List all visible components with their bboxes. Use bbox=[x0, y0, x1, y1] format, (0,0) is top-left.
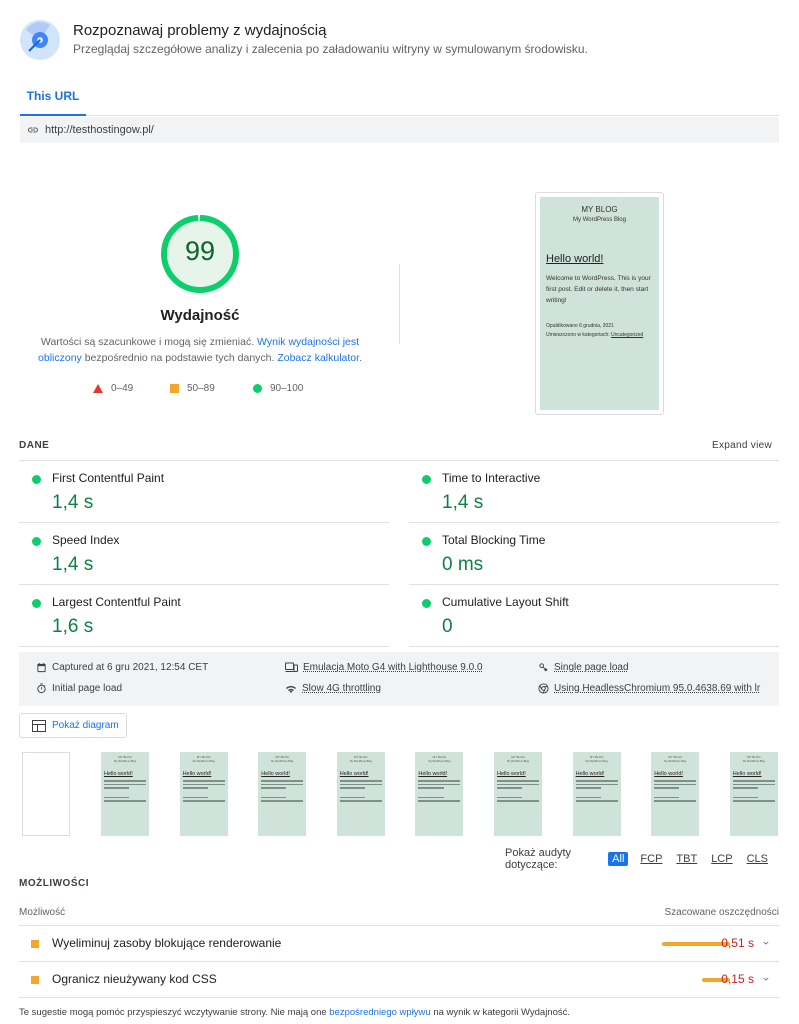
gauge-label: Wydajność bbox=[160, 307, 240, 324]
filmstrip-frame: MY BLOG My WordPress Blog Hello world! bbox=[415, 752, 464, 836]
single-load-icon bbox=[539, 663, 548, 672]
opportunities-title: MOŻLIWOŚCI bbox=[19, 878, 89, 889]
tab-bar: This URL bbox=[20, 84, 779, 116]
average-status-icon bbox=[31, 940, 39, 948]
device-icon bbox=[285, 662, 298, 672]
url-bar: http://testhostingow.pl/ bbox=[20, 117, 779, 143]
good-status-icon bbox=[32, 537, 41, 546]
score-description: Wartości są szacunkowe i mogą się zmieni… bbox=[38, 336, 362, 364]
opportunity-unused-css[interactable]: Ogranicz nieużywany kod CSS 0,15 s bbox=[19, 962, 779, 998]
circle-icon bbox=[253, 383, 262, 393]
good-status-icon bbox=[422, 599, 431, 608]
page-title: Rozpoznawaj problemy z wydajnością bbox=[73, 22, 327, 39]
wifi-icon bbox=[286, 686, 296, 693]
calendar-icon bbox=[37, 662, 46, 673]
chevron-down-icon[interactable] bbox=[761, 973, 771, 987]
legend-good: 90–100 bbox=[253, 383, 303, 394]
opportunities-header: Możliwość Szacowane oszczędności bbox=[19, 904, 779, 926]
good-status-icon bbox=[32, 475, 41, 484]
final-screenshot: MY BLOG My WordPress Blog Hello world! W… bbox=[535, 192, 664, 415]
filmstrip-frame: MY BLOG My WordPress Blog Hello world! bbox=[572, 752, 621, 836]
metric-lcp: Largest Contentful Paint 1,6 s bbox=[19, 585, 389, 647]
filter-tbt[interactable]: TBT bbox=[674, 852, 699, 866]
show-diagram-button[interactable]: Pokaż diagram bbox=[19, 713, 127, 738]
filter-lcp[interactable]: LCP bbox=[709, 852, 734, 866]
filmstrip-frame: MY BLOG My WordPress Blog Hello world! bbox=[101, 752, 149, 836]
tested-url: http://testhostingow.pl/ bbox=[45, 124, 154, 136]
square-icon bbox=[170, 383, 179, 393]
filmstrip-frame bbox=[22, 752, 70, 836]
metric-fcp: First Contentful Paint 1,4 s bbox=[19, 461, 389, 523]
filmstrip-frame: MY BLOG My WordPress Blog Hello world! bbox=[651, 752, 700, 836]
performance-gauge: 99 bbox=[160, 214, 240, 294]
filmstrip-frame: MY BLOG My WordPress Blog Hello world! bbox=[494, 752, 542, 836]
audit-filter: Pokaż audyty dotyczące: All FCP TBT LCP … bbox=[505, 847, 770, 871]
chrome-icon bbox=[538, 683, 549, 694]
link-icon bbox=[27, 124, 39, 139]
metric-cls: Cumulative Layout Shift 0 bbox=[409, 585, 779, 647]
treemap-icon bbox=[32, 719, 46, 732]
metric-tbt: Total Blocking Time 0 ms bbox=[409, 523, 779, 585]
filmstrip-frame: MY BLOG My WordPress Blog Hello world! bbox=[336, 752, 385, 836]
throttling-info[interactable]: Slow 4G throttling bbox=[285, 683, 525, 694]
filmstrip: MY BLOG My WordPress Blog Hello world! MY B… bbox=[19, 752, 779, 838]
tab-this-url[interactable]: This URL bbox=[20, 84, 86, 116]
opportunity-render-blocking[interactable]: Wyeliminuj zasoby blokujące renderowanie… bbox=[19, 926, 779, 962]
good-status-icon bbox=[32, 599, 41, 608]
good-status-icon bbox=[422, 537, 431, 546]
filter-all[interactable]: All bbox=[608, 852, 629, 866]
page-header: Rozpoznawaj problemy z wydajnością Przeg… bbox=[20, 18, 780, 68]
performance-score: 99 bbox=[184, 236, 216, 266]
triangle-icon bbox=[93, 383, 103, 393]
filter-cls[interactable]: CLS bbox=[745, 852, 770, 866]
legend-average: 50–89 bbox=[170, 383, 215, 394]
page-subtitle: Przeglądaj szczegółowe analizy i zalecen… bbox=[73, 42, 588, 56]
single-load-info[interactable]: Single page load bbox=[538, 662, 776, 673]
run-info-bar: Captured at 6 gru 2021, 12:54 CET Initia… bbox=[19, 652, 779, 706]
initial-load-info: Initial page load bbox=[36, 683, 276, 694]
direct-impact-link[interactable]: bezpośredniego wpływu bbox=[329, 1007, 430, 1018]
average-status-icon bbox=[31, 976, 39, 984]
captured-info: Captured at 6 gru 2021, 12:54 CET bbox=[36, 662, 276, 673]
calculator-link[interactable]: Zobacz kalkulator bbox=[277, 352, 359, 364]
metrics-title: DANE bbox=[19, 440, 50, 451]
divider bbox=[399, 264, 400, 344]
good-status-icon bbox=[422, 475, 431, 484]
timer-icon bbox=[37, 683, 46, 694]
opportunities-footnote: Te sugestie mogą pomóc przyspieszyć wczy… bbox=[19, 1007, 571, 1018]
metrics-grid: First Contentful Paint 1,4 s Time to Int… bbox=[19, 460, 779, 647]
browser-info[interactable]: Using HeadlessChromium 95.0.4638.69 with… bbox=[538, 683, 776, 694]
radar-icon bbox=[20, 20, 60, 60]
chevron-down-icon[interactable] bbox=[761, 937, 771, 951]
legend-bad: 0–49 bbox=[93, 383, 133, 394]
filmstrip-frame: MY BLOG My WordPress Blog Hello world! bbox=[729, 752, 778, 836]
emulation-info[interactable]: Emulacja Moto G4 with Lighthouse 9.0.0 bbox=[285, 662, 525, 673]
filmstrip-frame: MY BLOG My WordPress Blog Hello world! bbox=[179, 752, 228, 836]
score-legend: 0–49 50–89 90–100 bbox=[90, 383, 350, 397]
filmstrip-frame: MY BLOG My WordPress Blog Hello world! bbox=[258, 752, 307, 836]
filter-fcp[interactable]: FCP bbox=[638, 852, 664, 866]
metric-speed-index: Speed Index 1,4 s bbox=[19, 523, 389, 585]
expand-view-toggle[interactable]: Expand view bbox=[690, 440, 772, 451]
metric-tti: Time to Interactive 1,4 s bbox=[409, 461, 779, 523]
